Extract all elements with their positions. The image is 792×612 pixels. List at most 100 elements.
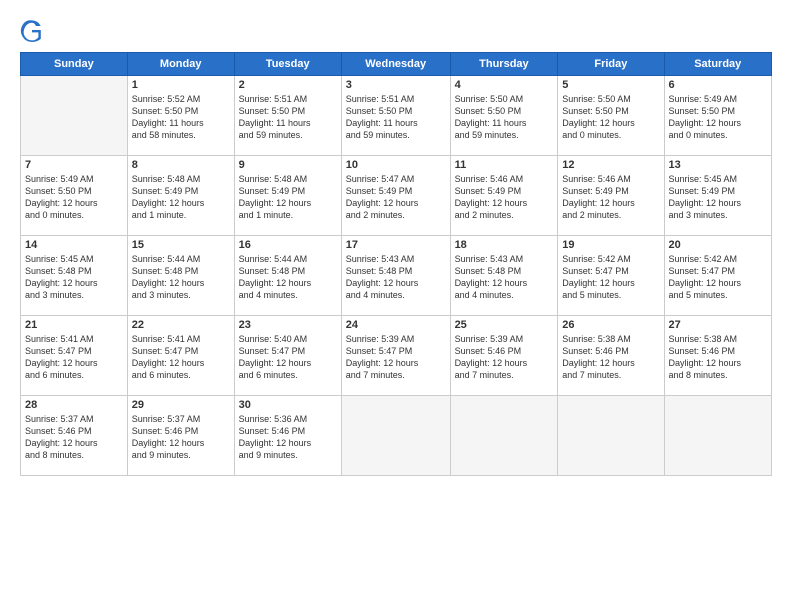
day-number: 16 [239,239,337,251]
day-cell: 20 Sunrise: 5:42 AMSunset: 5:47 PMDayligh… [664,236,771,316]
week-row-2: 14 Sunrise: 5:45 AMSunset: 5:48 PMDayligh… [21,236,772,316]
day-cell: 30 Sunrise: 5:36 AMSunset: 5:46 PMDayligh… [234,396,341,476]
day-cell: 13 Sunrise: 5:45 AMSunset: 5:49 PMDayligh… [664,156,771,236]
day-cell: 3Sunrise: 5:51 AMSunset: 5:50 PMDaylight… [341,76,450,156]
day-number: 28 [25,399,123,411]
day-cell: 23 Sunrise: 5:40 AMSunset: 5:47 PMDayligh… [234,316,341,396]
day-info: Sunrise: 5:42 AMSunset: 5:47 PMDaylight:… [669,253,767,302]
day-cell: 6 Sunrise: 5:49 AMSunset: 5:50 PMDaylight… [664,76,771,156]
day-info: Sunrise: 5:45 AMSunset: 5:49 PMDaylight:… [669,173,767,222]
day-cell: 21Sunrise: 5:41 AMSunset: 5:47 PMDayligh… [21,316,128,396]
page: SundayMondayTuesdayWednesdayThursdayFrid… [0,0,792,612]
day-info: Sunrise: 5:43 AMSunset: 5:48 PMDaylight:… [346,253,446,302]
header-cell-tuesday: Tuesday [234,53,341,76]
day-info: Sunrise: 5:41 AMSunset: 5:47 PMDaylight:… [132,333,230,382]
day-cell: 27 Sunrise: 5:38 AMSunset: 5:46 PMDayligh… [664,316,771,396]
day-number: 8 [132,159,230,171]
day-number: 1 [132,79,230,91]
header-cell-wednesday: Wednesday [341,53,450,76]
week-row-1: 7 Sunrise: 5:49 AMSunset: 5:50 PMDaylight… [21,156,772,236]
day-cell: 9Sunrise: 5:48 AMSunset: 5:49 PMDaylight… [234,156,341,236]
day-info: Sunrise: 5:38 AMSunset: 5:46 PMDaylight:… [669,333,767,382]
calendar-body: 1 Sunrise: 5:52 AMSunset: 5:50 PMDaylight… [21,76,772,476]
day-info: Sunrise: 5:50 AMSunset: 5:50 PMDaylight:… [455,93,554,142]
day-info: Sunrise: 5:44 AMSunset: 5:48 PMDaylight:… [132,253,230,302]
day-cell: 11Sunrise: 5:46 AMSunset: 5:49 PMDayligh… [450,156,558,236]
header-cell-saturday: Saturday [664,53,771,76]
day-cell: 5Sunrise: 5:50 AMSunset: 5:50 PMDaylight… [558,76,664,156]
day-cell: 14 Sunrise: 5:45 AMSunset: 5:48 PMDayligh… [21,236,128,316]
day-cell [341,396,450,476]
day-number: 11 [455,159,554,171]
day-info: Sunrise: 5:36 AMSunset: 5:46 PMDaylight:… [239,413,337,462]
day-info: Sunrise: 5:49 AMSunset: 5:50 PMDaylight:… [669,93,767,142]
day-info: Sunrise: 5:37 AMSunset: 5:46 PMDaylight:… [25,413,123,462]
day-number: 20 [669,239,767,251]
day-info: Sunrise: 5:40 AMSunset: 5:47 PMDaylight:… [239,333,337,382]
day-number: 29 [132,399,230,411]
day-info: Sunrise: 5:44 AMSunset: 5:48 PMDaylight:… [239,253,337,302]
day-cell: 1 Sunrise: 5:52 AMSunset: 5:50 PMDaylight… [127,76,234,156]
day-cell: 19 Sunrise: 5:42 AMSunset: 5:47 PMDayligh… [558,236,664,316]
day-info: Sunrise: 5:48 AMSunset: 5:49 PMDaylight:… [132,173,230,222]
header [20,18,772,42]
day-number: 22 [132,319,230,331]
day-info: Sunrise: 5:45 AMSunset: 5:48 PMDaylight:… [25,253,123,302]
day-info: Sunrise: 5:50 AMSunset: 5:50 PMDaylight:… [562,93,659,142]
day-number: 12 [562,159,659,171]
day-cell: 12 Sunrise: 5:46 AMSunset: 5:49 PMDayligh… [558,156,664,236]
day-cell: 28 Sunrise: 5:37 AMSunset: 5:46 PMDayligh… [21,396,128,476]
day-info: Sunrise: 5:46 AMSunset: 5:49 PMDaylight:… [562,173,659,222]
day-cell: 10 Sunrise: 5:47 AMSunset: 5:49 PMDayligh… [341,156,450,236]
header-cell-sunday: Sunday [21,53,128,76]
day-number: 18 [455,239,554,251]
day-info: Sunrise: 5:52 AMSunset: 5:50 PMDaylight:… [132,93,230,142]
day-cell: 29 Sunrise: 5:37 AMSunset: 5:46 PMDayligh… [127,396,234,476]
header-cell-friday: Friday [558,53,664,76]
logo-icon [20,18,44,42]
day-cell: 26 Sunrise: 5:38 AMSunset: 5:46 PMDayligh… [558,316,664,396]
day-number: 24 [346,319,446,331]
day-number: 21 [25,319,123,331]
day-info: Sunrise: 5:48 AMSunset: 5:49 PMDaylight:… [239,173,337,222]
day-number: 10 [346,159,446,171]
day-cell: 16 Sunrise: 5:44 AMSunset: 5:48 PMDayligh… [234,236,341,316]
day-number: 7 [25,159,123,171]
day-number: 30 [239,399,337,411]
header-cell-monday: Monday [127,53,234,76]
day-info: Sunrise: 5:39 AMSunset: 5:47 PMDaylight:… [346,333,446,382]
day-cell: 24 Sunrise: 5:39 AMSunset: 5:47 PMDayligh… [341,316,450,396]
day-number: 23 [239,319,337,331]
day-number: 19 [562,239,659,251]
day-info: Sunrise: 5:42 AMSunset: 5:47 PMDaylight:… [562,253,659,302]
day-number: 25 [455,319,554,331]
day-number: 6 [669,79,767,91]
day-info: Sunrise: 5:39 AMSunset: 5:46 PMDaylight:… [455,333,554,382]
day-cell: 2 Sunrise: 5:51 AMSunset: 5:50 PMDaylight… [234,76,341,156]
calendar-header: SundayMondayTuesdayWednesdayThursdayFrid… [21,53,772,76]
header-row: SundayMondayTuesdayWednesdayThursdayFrid… [21,53,772,76]
calendar-table: SundayMondayTuesdayWednesdayThursdayFrid… [20,52,772,476]
day-number: 14 [25,239,123,251]
day-info: Sunrise: 5:38 AMSunset: 5:46 PMDaylight:… [562,333,659,382]
day-cell [450,396,558,476]
day-number: 3 [346,79,446,91]
header-cell-thursday: Thursday [450,53,558,76]
day-info: Sunrise: 5:47 AMSunset: 5:49 PMDaylight:… [346,173,446,222]
day-cell [558,396,664,476]
day-cell: 4Sunrise: 5:50 AMSunset: 5:50 PMDaylight… [450,76,558,156]
logo [20,18,48,42]
week-row-3: 21 Sunrise: 5:41 AMSunset: 5:47 PMDayligh… [21,316,772,396]
day-number: 13 [669,159,767,171]
day-number: 2 [239,79,337,91]
day-number: 17 [346,239,446,251]
day-cell: 25 Sunrise: 5:39 AMSunset: 5:46 PMDayligh… [450,316,558,396]
day-info: Sunrise: 5:37 AMSunset: 5:46 PMDaylight:… [132,413,230,462]
day-number: 26 [562,319,659,331]
week-row-4: 28 Sunrise: 5:37 AMSunset: 5:46 PMDayligh… [21,396,772,476]
day-cell [21,76,128,156]
day-info: Sunrise: 5:51 AMSunset: 5:50 PMDaylight:… [239,93,337,142]
day-info: Sunrise: 5:49 AMSunset: 5:50 PMDaylight:… [25,173,123,222]
day-number: 27 [669,319,767,331]
day-cell: 7 Sunrise: 5:49 AMSunset: 5:50 PMDaylight… [21,156,128,236]
